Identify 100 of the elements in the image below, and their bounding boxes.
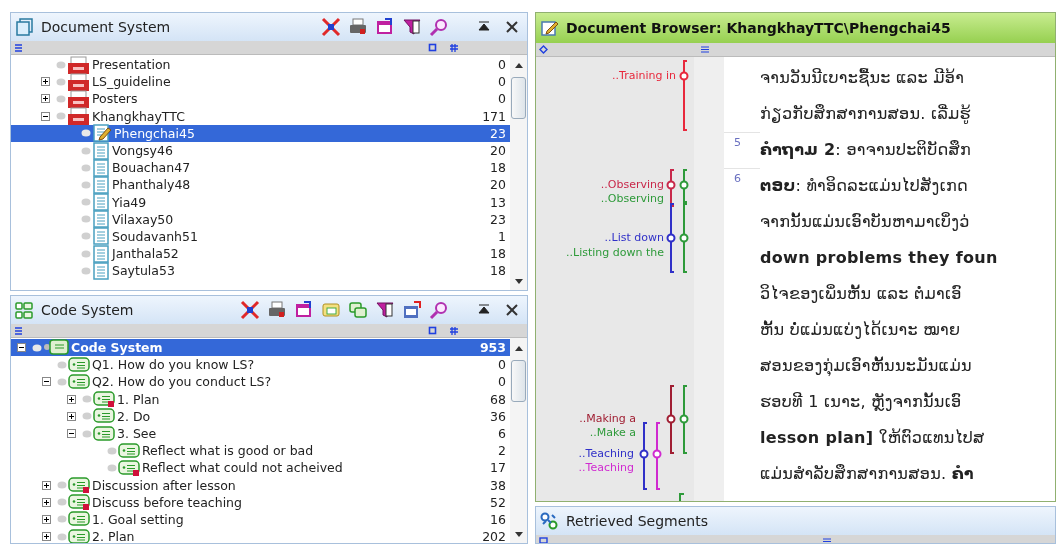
tree-row[interactable]: Vongsy46 20	[11, 141, 510, 160]
status-dot-icon[interactable]	[57, 360, 67, 369]
tree-row[interactable]: 2. Do 36	[11, 407, 510, 425]
status-dot-icon[interactable]	[56, 94, 66, 103]
count-icon[interactable]	[449, 326, 458, 335]
tree-item-label[interactable]: Yia49	[112, 194, 147, 210]
filter-icon[interactable]	[375, 300, 395, 320]
scroll-thumb[interactable]	[511, 360, 526, 402]
coding-stripe[interactable]	[679, 60, 689, 131]
tree-item-label[interactable]: KhangkhayTTC	[92, 108, 185, 124]
tree-item-label[interactable]: Presentation	[92, 57, 171, 73]
search-icon[interactable]	[429, 17, 449, 37]
filter-icon[interactable]	[402, 17, 422, 37]
count-icon[interactable]	[449, 43, 458, 52]
window-icon[interactable]	[294, 300, 314, 320]
status-dot-icon[interactable]	[56, 112, 66, 121]
tree-item-label[interactable]: 2. Do	[117, 408, 151, 424]
status-dot-icon[interactable]	[81, 146, 91, 155]
code-label[interactable]: ..Teaching	[578, 461, 634, 475]
tree-row[interactable]: 1. Plan 68	[11, 390, 510, 408]
square-icon[interactable]	[428, 43, 437, 52]
tree-row[interactable]: 3. See 6	[11, 424, 510, 443]
pin-icon[interactable]	[477, 303, 491, 317]
tree-row[interactable]: Reflect what is good or bad 2	[11, 442, 510, 460]
tree-item-label[interactable]: 1. Plan	[117, 391, 160, 407]
tree-row[interactable]: Discuss before teaching 52	[11, 493, 510, 511]
tree-item-label[interactable]: Bouachan47	[112, 160, 191, 176]
printer-icon[interactable]	[267, 300, 287, 320]
status-dot-icon[interactable]	[81, 249, 91, 258]
collapse-icon[interactable]	[17, 343, 26, 353]
collapse-arrows-icon[interactable]	[240, 300, 260, 320]
scroll-down-icon[interactable]	[513, 278, 524, 286]
tree-item-label[interactable]: Reflect what is good or bad	[142, 443, 314, 459]
status-dot-icon[interactable]	[81, 129, 91, 138]
scroll-down-icon[interactable]	[513, 531, 524, 539]
codes-icon[interactable]	[348, 300, 368, 320]
list-icon[interactable]	[14, 326, 23, 335]
coding-stripe[interactable]	[666, 169, 676, 207]
status-dot-icon[interactable]	[81, 232, 91, 241]
expand-icon[interactable]	[67, 411, 76, 421]
status-dot-icon[interactable]	[81, 215, 91, 224]
tree-row[interactable]: Soudavanh51 1	[11, 227, 510, 246]
tree-item-label[interactable]: 2. Plan	[92, 529, 135, 543]
coding-stripe[interactable]	[666, 203, 676, 273]
tree-item-label[interactable]: Code System	[71, 340, 163, 356]
status-dot-icon[interactable]	[32, 343, 42, 352]
expand-icon[interactable]	[42, 514, 51, 524]
tree-row[interactable]: Yia49 13	[11, 193, 510, 211]
status-dot-icon[interactable]	[57, 498, 67, 507]
status-dot-icon[interactable]	[82, 412, 92, 421]
code-label[interactable]: ..List down	[604, 231, 664, 245]
tree-item-label[interactable]: Posters	[92, 91, 138, 107]
menu-icon[interactable]	[700, 45, 710, 54]
scroll-up-icon[interactable]	[513, 61, 524, 69]
status-dot-icon[interactable]	[56, 60, 66, 69]
collapse-icon[interactable]	[42, 377, 51, 387]
tree-item-label[interactable]: Soudavanh51	[112, 228, 198, 244]
status-dot-icon[interactable]	[57, 532, 67, 541]
status-dot-icon[interactable]	[57, 377, 67, 386]
status-dot-icon[interactable]	[82, 429, 92, 438]
status-dot-icon[interactable]	[57, 481, 67, 490]
coding-stripe[interactable]	[666, 385, 676, 454]
scrollbar[interactable]	[510, 55, 527, 290]
status-dot-icon[interactable]	[81, 266, 91, 275]
square-icon[interactable]	[428, 326, 437, 335]
close-icon[interactable]	[505, 303, 519, 317]
export-icon[interactable]	[402, 300, 422, 320]
list-icon[interactable]	[14, 43, 23, 52]
close-icon[interactable]	[505, 20, 519, 34]
tree-item-label[interactable]: Discussion after lesson	[92, 477, 236, 493]
pin-icon[interactable]	[477, 20, 491, 34]
tree-row[interactable]: Q1. How do you know LS? 0	[11, 356, 510, 374]
code-label[interactable]: ..Making a	[579, 412, 636, 426]
tree-row[interactable]: Q2. How do you conduct LS? 0	[11, 373, 510, 391]
status-dot-icon[interactable]	[81, 163, 91, 172]
tree-item-label[interactable]: Vilaxay50	[112, 211, 174, 227]
collapse-arrows-icon[interactable]	[321, 17, 341, 37]
coding-stripe[interactable]	[652, 422, 662, 490]
tree-row[interactable]: Posters 0	[11, 90, 510, 108]
expand-icon[interactable]	[42, 532, 51, 542]
scroll-thumb[interactable]	[511, 77, 526, 119]
tree-item-label[interactable]: Q1. How do you know LS?	[92, 357, 255, 373]
scrollbar[interactable]	[510, 338, 527, 543]
tree-row[interactable]: 1. Goal setting 16	[11, 510, 510, 529]
tree-row[interactable]: Bouachan47 18	[11, 159, 510, 177]
printer-icon[interactable]	[348, 17, 368, 37]
status-dot-icon[interactable]	[57, 515, 67, 524]
tree-row[interactable]: Code System 953	[11, 339, 510, 357]
tree-item-label[interactable]: Reflect what could not acheived	[142, 460, 343, 476]
tree-row[interactable]: Presentation 0	[11, 56, 510, 74]
tree-row[interactable]: LS_guideline 0	[11, 73, 510, 91]
window-icon[interactable]	[375, 17, 395, 37]
code-label[interactable]: ..Training in	[612, 69, 676, 83]
tree-item-label[interactable]: Phengchai45	[114, 125, 195, 141]
tree-row[interactable]: Discussion after lesson 38	[11, 476, 510, 494]
tree-row[interactable]: 2. Plan 202	[11, 528, 510, 543]
tree-row[interactable]: Vilaxay50 23	[11, 210, 510, 228]
tree-item-label[interactable]: Vongsy46	[112, 143, 173, 159]
tree-row[interactable]: Janthala52 18	[11, 245, 510, 263]
search-icon[interactable]	[429, 300, 449, 320]
